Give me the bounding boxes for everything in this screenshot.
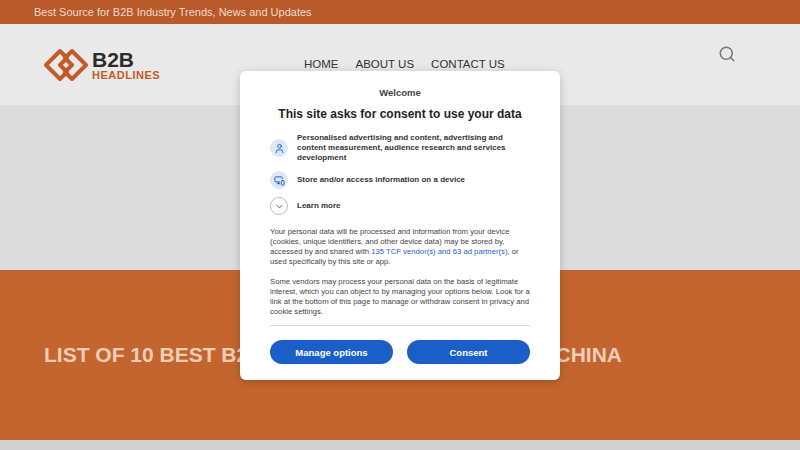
dialog-eyebrow: Welcome [270, 87, 530, 98]
nav-link[interactable]: HOME [304, 58, 339, 70]
dialog-buttons: Manage options Consent [270, 340, 530, 364]
nav-link[interactable]: ABOUT US [356, 58, 415, 70]
purpose-item: Personalised advertising and content, ad… [270, 133, 530, 163]
dialog-button[interactable]: Consent [407, 340, 530, 364]
vendors-link[interactable]: 135 TCF vendor(s) and 63 ad partner(s) [371, 247, 507, 256]
learn-more-label: Learn more [297, 201, 341, 211]
nav: HOME ABOUT US CONTACT US [304, 24, 718, 70]
logo-text: B2BHEADLINES [92, 49, 160, 81]
person-icon [274, 143, 285, 154]
search-icon [718, 45, 736, 63]
dialog-title: This site asks for consent to use your d… [270, 107, 530, 121]
data-notice: Your personal data will be processed and… [270, 227, 530, 267]
purpose-item: Store and/or access information on a dev… [270, 171, 530, 189]
tagline: Best Source for B2B Industry Trends, New… [34, 6, 312, 18]
logo-bottom: HEADLINES [92, 70, 160, 81]
legitimate-interest-notice: Some vendors may process your personal d… [270, 277, 530, 317]
purpose-label: Personalised advertising and content, ad… [297, 133, 530, 163]
learn-more-badge [270, 197, 288, 215]
purpose-label: Store and/or access information on a dev… [297, 175, 465, 185]
consent-dialog: Welcome This site asks for consent to use… [240, 71, 560, 380]
purpose-badge [270, 171, 288, 189]
top-bar: Best Source for B2B Industry Trends, New… [0, 0, 800, 24]
footer-strip [0, 440, 800, 450]
logo-top: B2B [92, 49, 160, 70]
search-button[interactable] [718, 45, 736, 63]
chevron-icon [274, 201, 285, 212]
hero-title-start: LIST OF 10 BEST B2 [44, 343, 248, 367]
purpose-badge [270, 139, 288, 157]
divider [270, 325, 530, 326]
dialog-button[interactable]: Manage options [270, 340, 393, 364]
learn-more[interactable]: Learn more [270, 197, 530, 215]
page: Best Source for B2B Industry Trends, New… [0, 0, 800, 450]
logo-icon [44, 48, 88, 82]
nav-link[interactable]: CONTACT US [431, 58, 505, 70]
device-icon [274, 175, 285, 186]
hero-title-end: CHINA [556, 343, 623, 367]
